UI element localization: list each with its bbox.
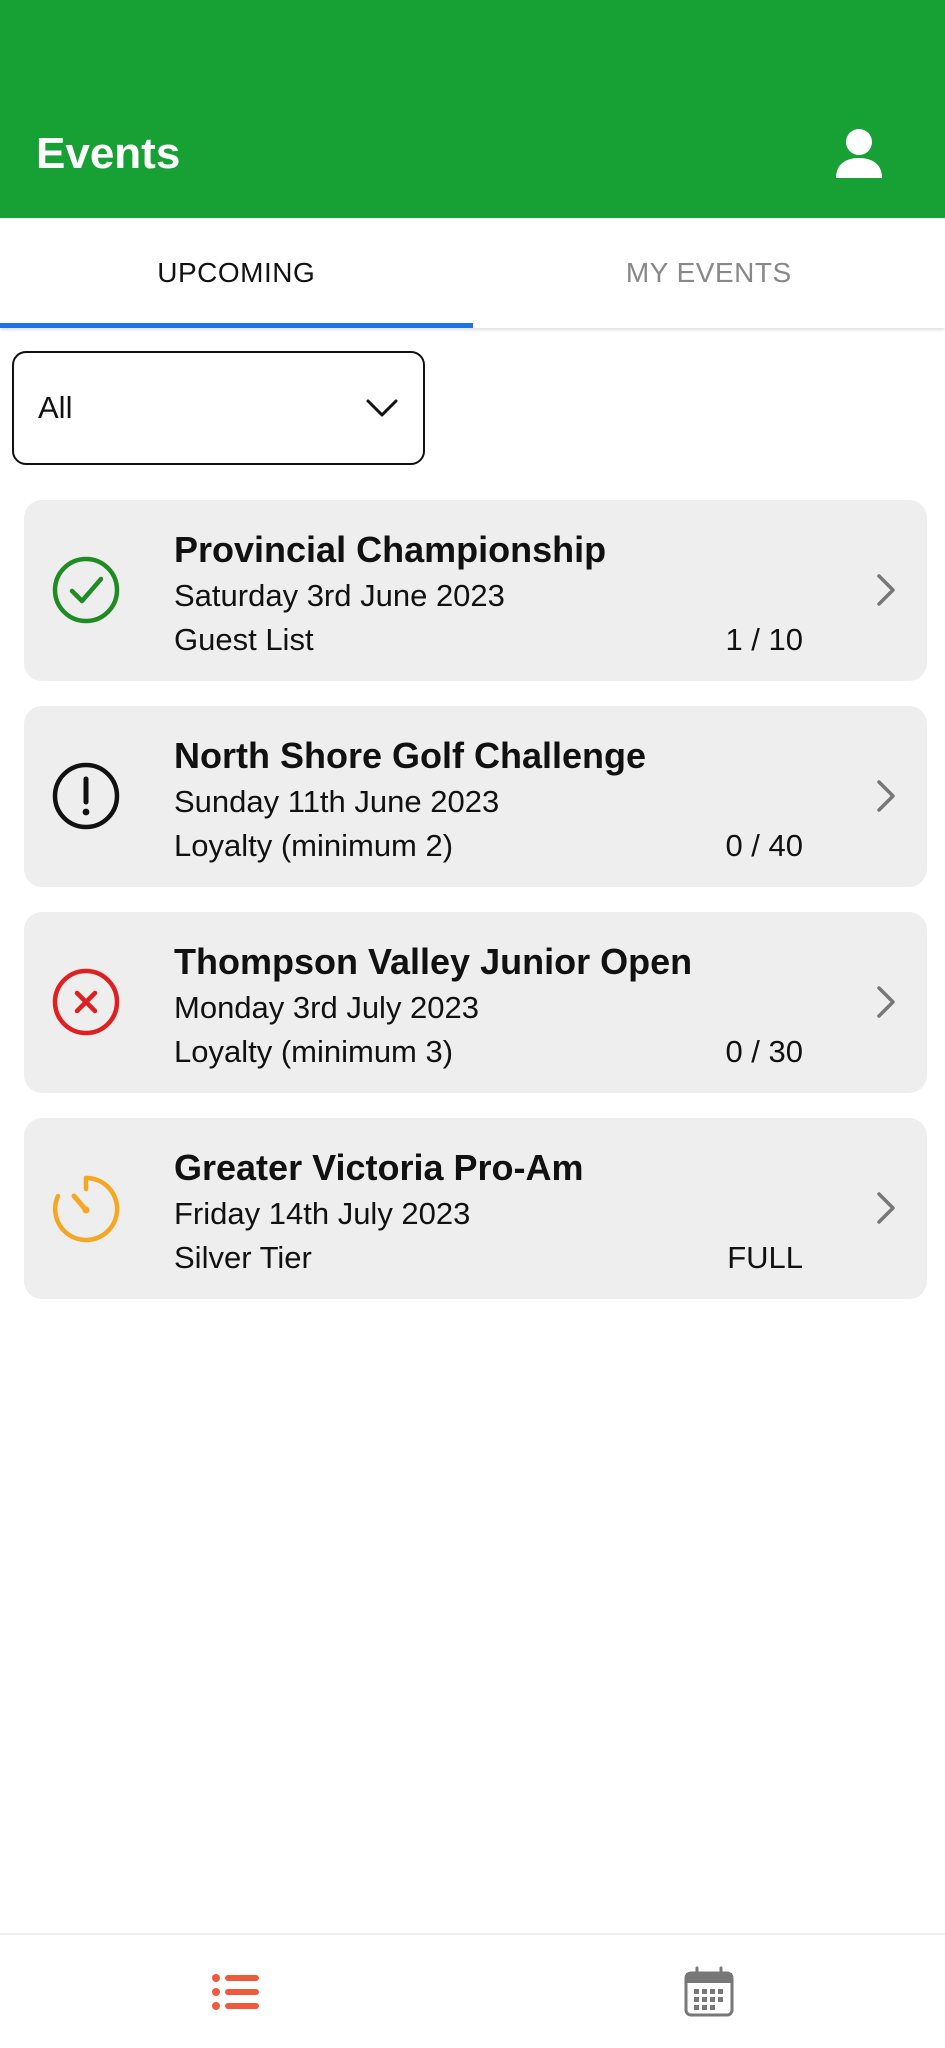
chevron-right-icon bbox=[877, 574, 895, 606]
app-header: Events bbox=[0, 0, 945, 218]
nav-calendar[interactable] bbox=[473, 1935, 945, 2048]
event-tier: Loyalty (minimum 2) bbox=[174, 828, 454, 863]
event-date: Monday 3rd July 2023 bbox=[174, 990, 480, 1025]
page-title: Events bbox=[36, 129, 181, 178]
user-icon bbox=[836, 129, 882, 178]
list-icon bbox=[212, 1973, 260, 2010]
bottom-nav bbox=[0, 1933, 945, 2048]
tab-upcoming[interactable]: UPCOMING bbox=[0, 218, 473, 328]
x-circle-icon bbox=[52, 968, 120, 1036]
event-card[interactable]: North Shore Golf Challenge Sunday 11th J… bbox=[24, 706, 927, 887]
event-title: Provincial Championship bbox=[174, 529, 607, 570]
event-card[interactable]: Greater Victoria Pro-Am Friday 14th July… bbox=[24, 1118, 927, 1299]
event-tier: Guest List bbox=[174, 622, 314, 657]
calendar-icon bbox=[684, 1966, 734, 2016]
profile-button[interactable] bbox=[829, 124, 889, 184]
chevron-right-icon bbox=[877, 780, 895, 812]
event-card[interactable]: Provincial Championship Saturday 3rd Jun… bbox=[24, 500, 927, 681]
event-tier: Silver Tier bbox=[174, 1240, 312, 1275]
tab-bar: UPCOMING MY EVENTS bbox=[0, 218, 945, 328]
exclamation-circle-icon bbox=[52, 762, 120, 830]
event-title: Thompson Valley Junior Open bbox=[174, 941, 693, 982]
tab-my-events[interactable]: MY EVENTS bbox=[473, 218, 945, 328]
check-circle-icon bbox=[52, 556, 120, 624]
event-capacity: 0 / 30 bbox=[725, 1034, 803, 1069]
event-title: North Shore Golf Challenge bbox=[174, 735, 647, 776]
timer-icon bbox=[52, 1175, 120, 1243]
event-date: Friday 14th July 2023 bbox=[174, 1196, 471, 1231]
events-screen: Events UPCOMING MY EVENTS All Provincial… bbox=[0, 0, 945, 2048]
event-capacity: 1 / 10 bbox=[725, 622, 803, 657]
chevron-right-icon bbox=[877, 986, 895, 1018]
nav-list[interactable] bbox=[0, 1935, 473, 2048]
event-tier: Loyalty (minimum 3) bbox=[174, 1034, 454, 1069]
chevron-right-icon bbox=[877, 1192, 895, 1224]
event-date: Sunday 11th June 2023 bbox=[174, 784, 500, 819]
event-filter-select[interactable]: All bbox=[12, 351, 425, 465]
event-capacity: 0 / 40 bbox=[725, 828, 803, 863]
event-card[interactable]: Thompson Valley Junior Open Monday 3rd J… bbox=[24, 912, 927, 1093]
chevron-down-icon bbox=[366, 399, 398, 417]
event-capacity: FULL bbox=[727, 1240, 803, 1275]
filter-value: All bbox=[38, 390, 73, 425]
event-title: Greater Victoria Pro-Am bbox=[174, 1147, 584, 1188]
event-date: Saturday 3rd June 2023 bbox=[174, 578, 505, 613]
